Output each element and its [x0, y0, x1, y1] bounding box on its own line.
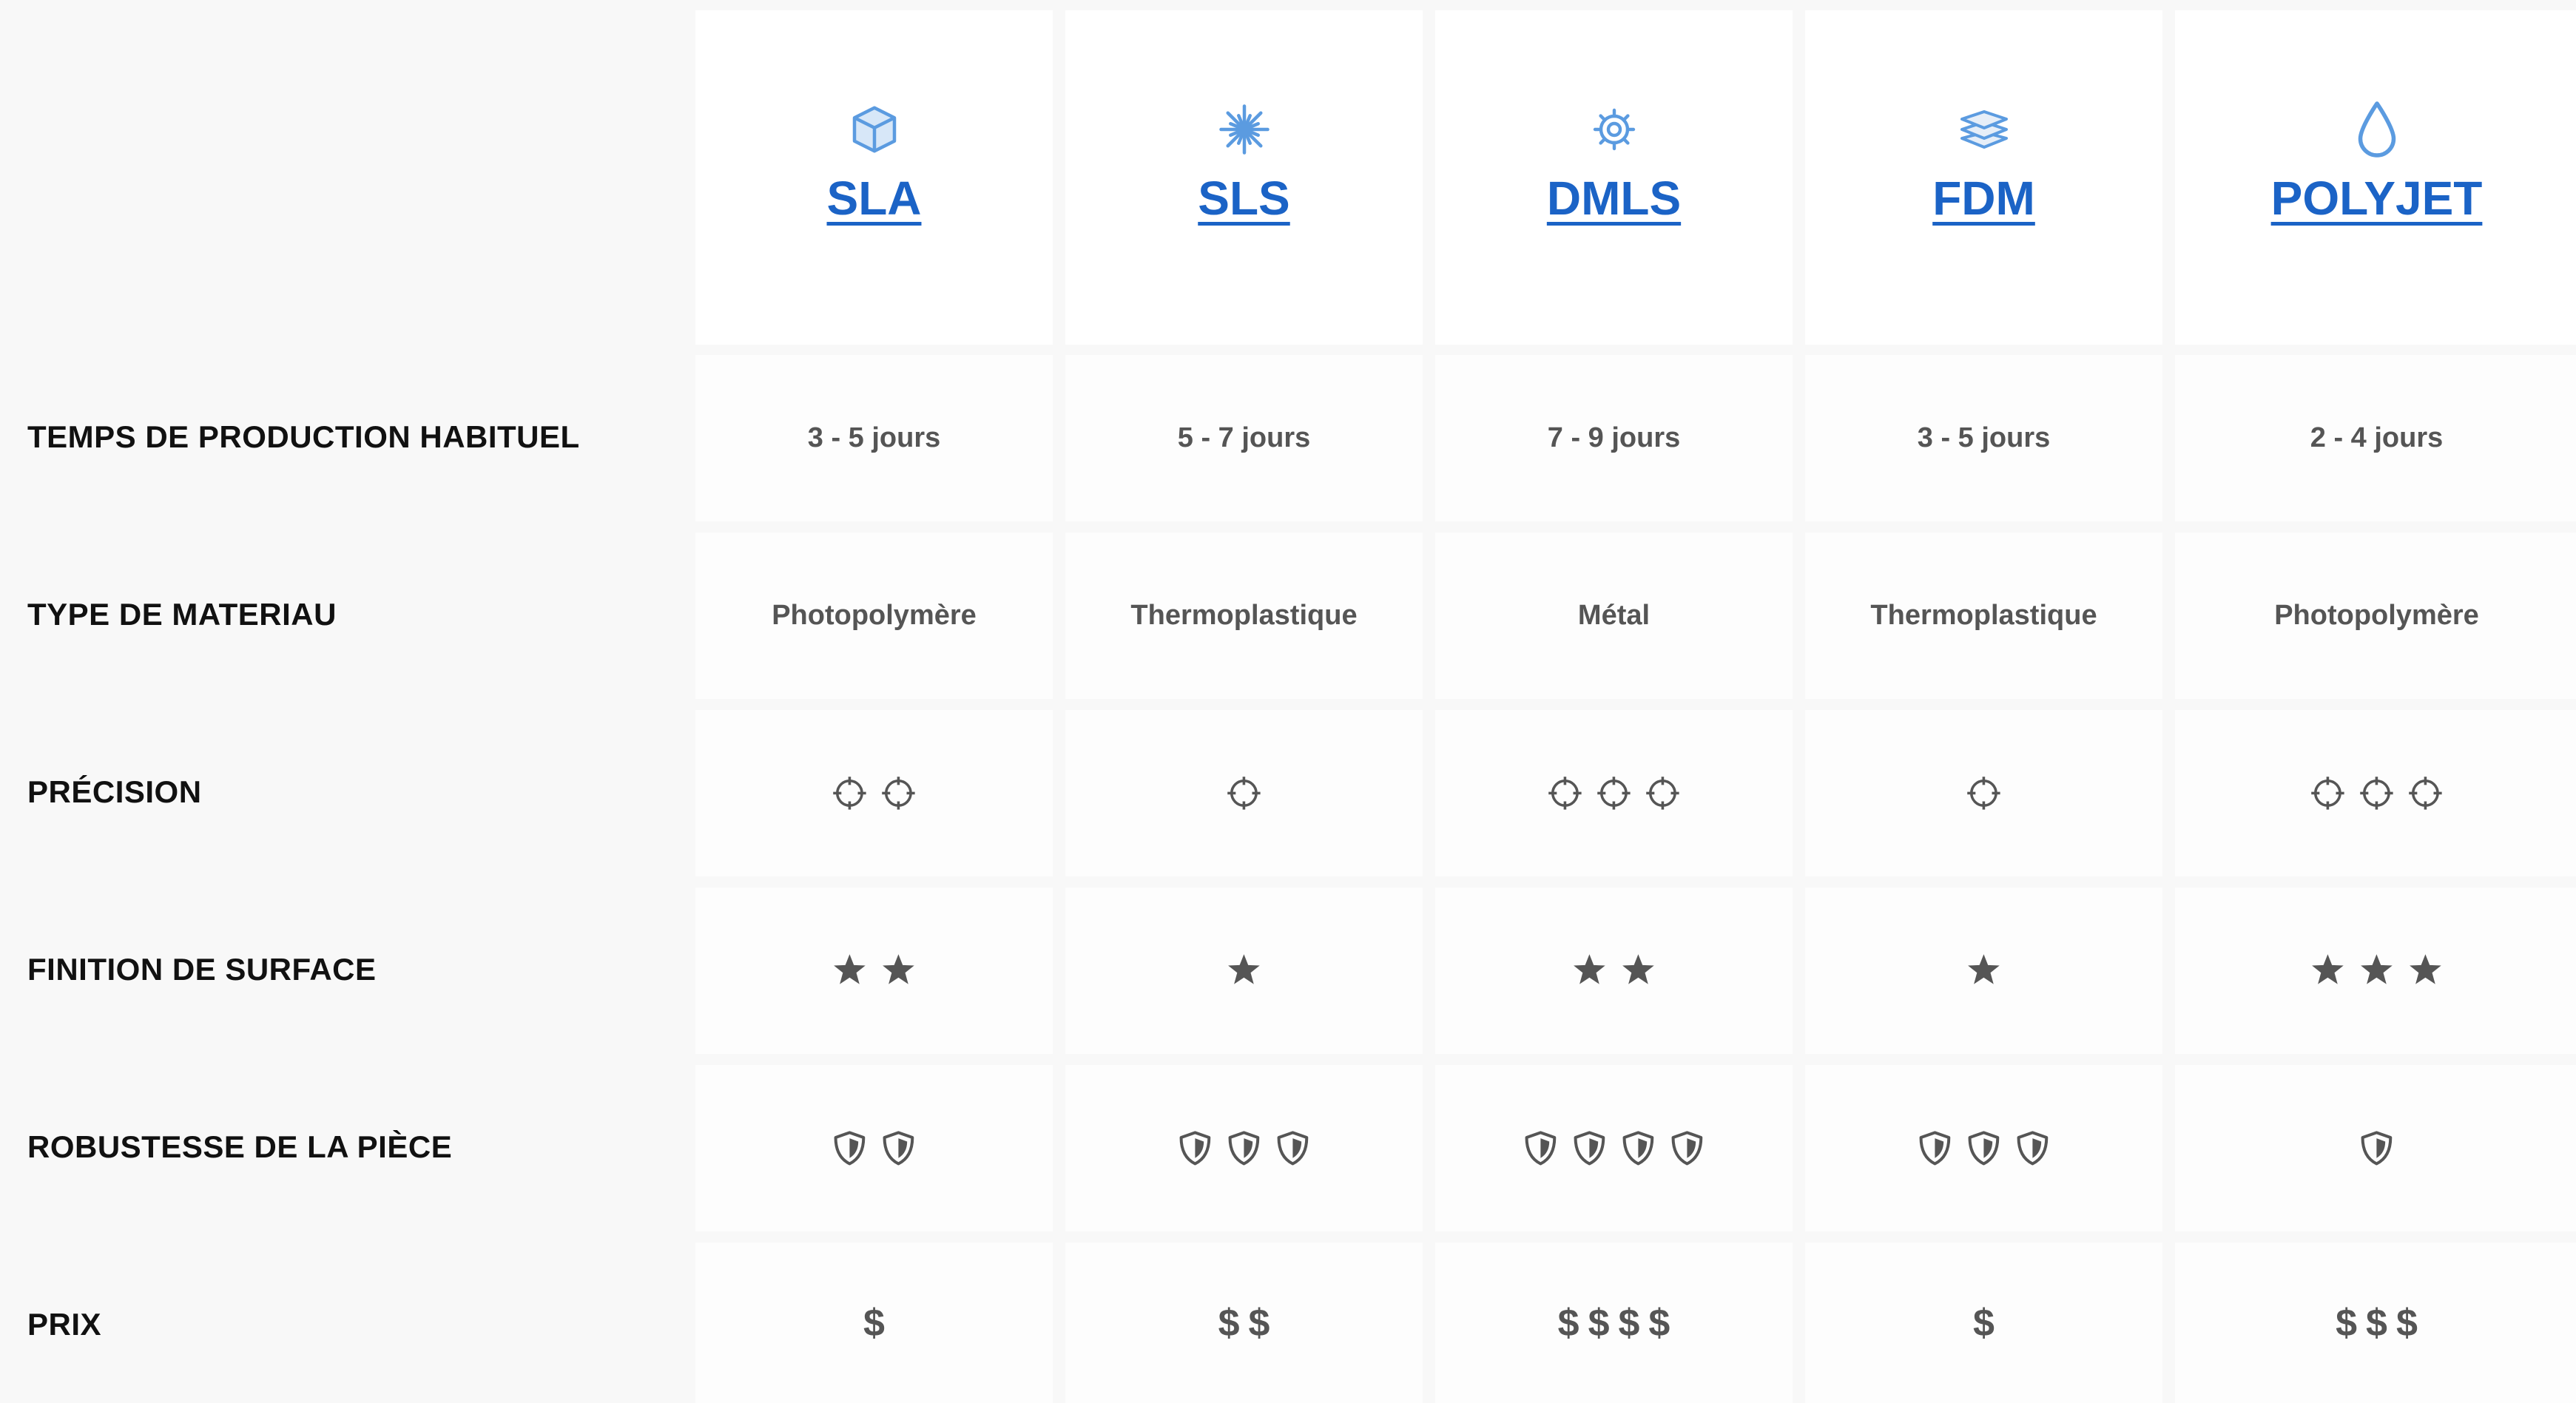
cell-fdm-surface-finish [1805, 888, 2162, 1054]
cell-fdm-production-time: 3 - 5 jours [1805, 355, 2162, 521]
star-icon [2311, 953, 2344, 984]
cell-polyjet-precision [2175, 710, 2576, 876]
shield-icon [1622, 1130, 1653, 1166]
cell-polyjet-material-type: Photopolymère [2175, 533, 2576, 699]
crosshair-icon [1596, 776, 1631, 810]
production-time-value: 7 - 9 jours [1547, 422, 1681, 453]
cell-dmls-material-type: Métal [1435, 533, 1793, 699]
tech-link-sls[interactable]: SLS [1198, 171, 1289, 226]
cell-sla-price: $ [695, 1243, 1053, 1403]
cell-sla-strength [695, 1065, 1053, 1231]
crosshair-icon [2359, 776, 2393, 810]
production-time-value: 3 - 5 jours [1917, 422, 2051, 453]
shield-icon [1919, 1130, 1950, 1166]
shield-icon [2361, 1130, 2392, 1166]
price-value: $ [1973, 1301, 2003, 1345]
row-label-material-type: TYPE DE MATERIAU [27, 596, 337, 632]
header-dmls: DMLS [1435, 10, 1793, 345]
row-label-strength: ROBUSTESSE DE LA PIÈCE [27, 1129, 453, 1164]
shield-icon [883, 1130, 914, 1166]
header-sla: SLA [695, 10, 1053, 345]
shield-icon [1968, 1130, 1999, 1166]
shield-icon [834, 1130, 865, 1166]
crosshair-icon [1548, 776, 1582, 810]
price-value: $$ [1218, 1301, 1279, 1345]
gear-icon [1588, 103, 1641, 156]
star-icon [1227, 953, 1260, 984]
crosshair-icon [1227, 776, 1261, 810]
shield-icon [1525, 1130, 1556, 1166]
cell-polyjet-surface-finish [2175, 888, 2576, 1054]
star-icon [1967, 953, 2000, 984]
production-time-value: 5 - 7 jours [1177, 422, 1311, 453]
cell-dmls-surface-finish [1435, 888, 1793, 1054]
tech-link-fdm[interactable]: FDM [1932, 171, 2035, 226]
header-fdm: FDM [1805, 10, 2162, 345]
cell-sla-surface-finish [695, 888, 1053, 1054]
comparison-table: TEMPS DE PRODUCTION HABITUEL TYPE DE MATE… [0, 0, 2576, 1403]
price-value: $$$$ [1557, 1301, 1679, 1345]
shield-icon [2017, 1130, 2048, 1166]
shield-icon [1671, 1130, 1702, 1166]
material-type-value: Photopolymère [2274, 600, 2479, 631]
shield-icon [1277, 1130, 1308, 1166]
layers-icon [1958, 103, 2011, 156]
star-icon [833, 953, 866, 984]
crosshair-icon [1966, 776, 2000, 810]
cell-sla-production-time: 3 - 5 jours [695, 355, 1053, 521]
cell-sls-production-time: 5 - 7 jours [1065, 355, 1423, 521]
header-sls: SLS [1065, 10, 1423, 345]
cell-sls-strength [1065, 1065, 1423, 1231]
shield-icon [1179, 1130, 1210, 1166]
cell-fdm-precision [1805, 710, 2162, 876]
star-icon [2360, 953, 2393, 984]
cell-polyjet-strength [2175, 1065, 2576, 1231]
row-label-surface-finish: FINITION DE SURFACE [27, 951, 377, 987]
cell-dmls-strength [1435, 1065, 1793, 1231]
material-type-value: Métal [1577, 600, 1651, 631]
cell-fdm-price: $ [1805, 1243, 2162, 1403]
row-label-production-time: TEMPS DE PRODUCTION HABITUEL [27, 419, 580, 454]
droplet-icon [2350, 101, 2404, 158]
cell-fdm-material-type: Thermoplastique [1805, 533, 2162, 699]
material-type-value: Thermoplastique [1130, 600, 1358, 631]
material-type-value: Thermoplastique [1870, 600, 2097, 631]
tech-link-polyjet[interactable]: POLYJET [2271, 171, 2483, 226]
cell-sls-precision [1065, 710, 1423, 876]
cell-dmls-precision [1435, 710, 1793, 876]
price-value: $$$ [2336, 1301, 2427, 1345]
cube-icon [848, 103, 901, 156]
cell-sla-precision [695, 710, 1053, 876]
header-polyjet: POLYJET [2175, 10, 2576, 345]
cell-sls-surface-finish [1065, 888, 1423, 1054]
crosshair-icon [2408, 776, 2442, 810]
shield-icon [1228, 1130, 1259, 1166]
cell-dmls-price: $$$$ [1435, 1243, 1793, 1403]
star-icon [1622, 953, 1654, 984]
laser-burst-icon [1218, 103, 1271, 156]
shield-icon [1574, 1130, 1605, 1166]
material-type-value: Photopolymère [772, 600, 977, 631]
cell-polyjet-production-time: 2 - 4 jours [2175, 355, 2576, 521]
star-icon [1573, 953, 1605, 984]
crosshair-icon [2310, 776, 2344, 810]
row-label-price: PRIX [27, 1306, 102, 1342]
star-icon [882, 953, 914, 984]
price-value: $ [863, 1301, 894, 1345]
tech-link-dmls[interactable]: DMLS [1547, 171, 1681, 226]
crosshair-icon [832, 776, 866, 810]
cell-sls-material-type: Thermoplastique [1065, 533, 1423, 699]
cell-fdm-strength [1805, 1065, 2162, 1231]
crosshair-icon [881, 776, 915, 810]
cell-polyjet-price: $$$ [2175, 1243, 2576, 1403]
row-label-precision: PRÉCISION [27, 774, 202, 809]
production-time-value: 3 - 5 jours [807, 422, 941, 453]
tech-link-sla[interactable]: SLA [827, 171, 922, 226]
star-icon [2409, 953, 2441, 984]
cell-sla-material-type: Photopolymère [695, 533, 1053, 699]
crosshair-icon [1645, 776, 1679, 810]
cell-dmls-production-time: 7 - 9 jours [1435, 355, 1793, 521]
cell-sls-price: $$ [1065, 1243, 1423, 1403]
production-time-value: 2 - 4 jours [2310, 422, 2444, 453]
